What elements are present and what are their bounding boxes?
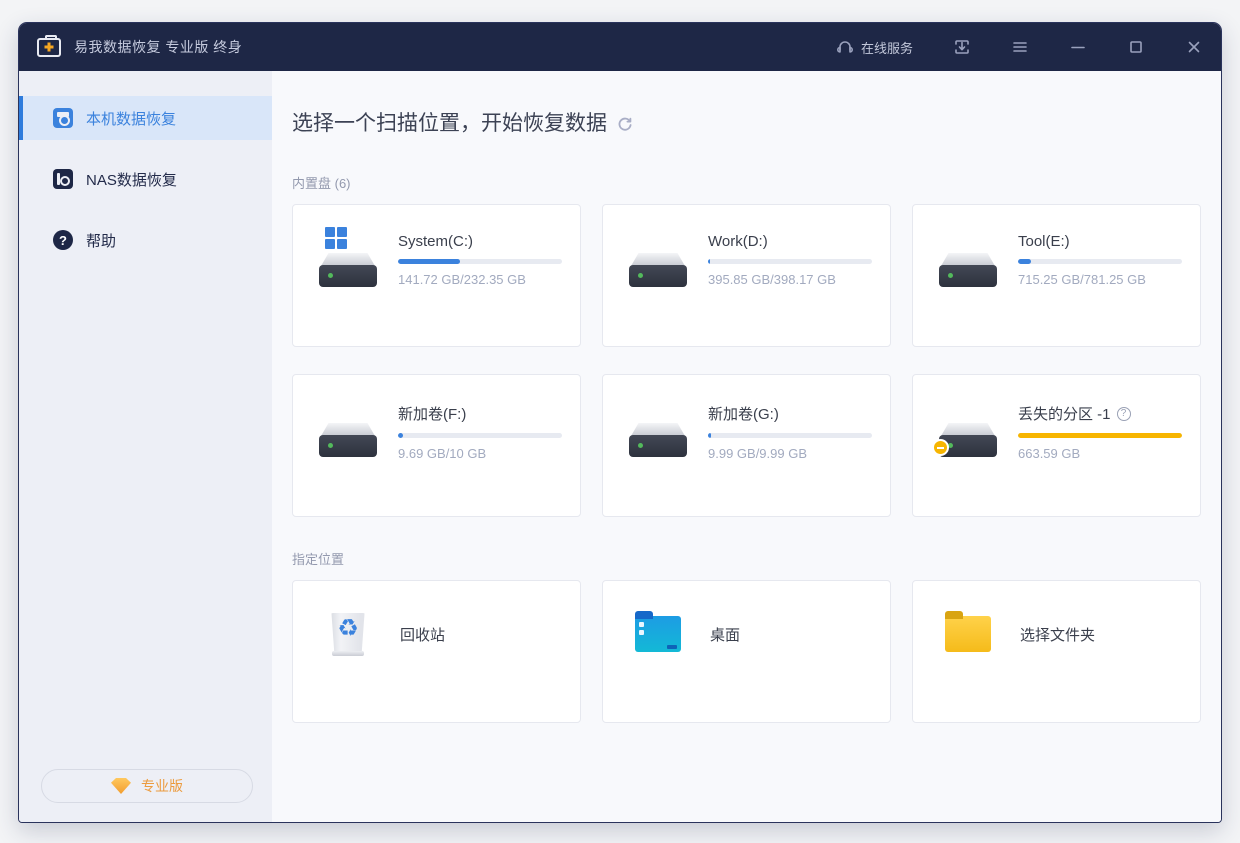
drive-card-work-d[interactable]: Work(D:) 395.85 GB/398.17 GB xyxy=(602,204,891,347)
usage-bar xyxy=(398,259,562,264)
usage-bar xyxy=(708,433,872,438)
lost-partition-badge-icon xyxy=(932,439,949,456)
refresh-icon[interactable] xyxy=(617,116,633,132)
app-window: 易我数据恢复 专业版 终身 在线服务 xyxy=(18,22,1222,823)
minimize-button[interactable] xyxy=(1069,38,1087,56)
windows-logo-icon xyxy=(325,227,347,249)
drive-card-tool-e[interactable]: Tool(E:) 715.25 GB/781.25 GB xyxy=(912,204,1201,347)
download-icon xyxy=(953,38,971,56)
drive-name: 新加卷(F:) xyxy=(398,403,564,424)
menu-button[interactable] xyxy=(1011,38,1029,56)
sidebar-item-help[interactable]: ? 帮助 xyxy=(19,218,272,262)
locations-label: 指定位置 xyxy=(292,549,1199,568)
sidebar-item-local-recovery[interactable]: 本机数据恢复 xyxy=(19,96,272,140)
online-service-button[interactable]: 在线服务 xyxy=(836,38,913,57)
sidebar: 本机数据恢复 NAS数据恢复 ? 帮助 专业版 xyxy=(19,71,272,822)
edition-button-label: 专业版 xyxy=(141,776,183,796)
internal-disks-grid: System(C:) 141.72 GB/232.35 GB Work(D:) … xyxy=(292,204,1199,517)
system-drive-icon xyxy=(319,247,377,289)
lost-partition-drive-icon xyxy=(939,417,997,459)
drive-capacity: 9.99 GB/9.99 GB xyxy=(708,446,874,461)
download-button[interactable] xyxy=(953,38,971,56)
drive-icon xyxy=(939,247,997,289)
online-service-label: 在线服务 xyxy=(861,38,913,57)
desktop-folder-icon xyxy=(633,609,683,659)
drive-capacity: 141.72 GB/232.35 GB xyxy=(398,272,564,287)
drive-card-f[interactable]: 新加卷(F:) 9.69 GB/10 GB xyxy=(292,374,581,517)
location-label: 桌面 xyxy=(710,624,740,645)
drive-name: System(C:) xyxy=(398,233,564,250)
drive-capacity: 663.59 GB xyxy=(1018,446,1184,461)
location-label: 选择文件夹 xyxy=(1020,624,1095,645)
sidebar-item-nas-recovery[interactable]: NAS数据恢复 xyxy=(19,157,272,201)
sidebar-item-label: NAS数据恢复 xyxy=(86,169,177,190)
location-card-recycle-bin[interactable]: ♻ 回收站 xyxy=(292,580,581,723)
drive-card-system-c[interactable]: System(C:) 141.72 GB/232.35 GB xyxy=(292,204,581,347)
usage-bar xyxy=(1018,259,1182,264)
drive-icon xyxy=(319,417,377,459)
location-label: 回收站 xyxy=(400,624,445,645)
location-card-desktop[interactable]: 桌面 xyxy=(602,580,891,723)
titlebar: 易我数据恢复 专业版 终身 在线服务 xyxy=(19,23,1221,71)
usage-bar xyxy=(1018,433,1182,438)
app-logo-icon xyxy=(37,38,61,57)
drive-name: Tool(E:) xyxy=(1018,233,1184,250)
drive-name: Work(D:) xyxy=(708,233,874,250)
recycle-bin-icon: ♻ xyxy=(323,609,373,659)
drive-name: 新加卷(G:) xyxy=(708,403,874,424)
sidebar-item-label: 本机数据恢复 xyxy=(86,108,176,129)
close-icon xyxy=(1185,38,1203,56)
usage-bar xyxy=(708,259,872,264)
drive-capacity: 715.25 GB/781.25 GB xyxy=(1018,272,1184,287)
internal-disks-label: 内置盘 (6) xyxy=(292,173,1199,192)
drive-icon xyxy=(629,417,687,459)
maximize-icon xyxy=(1127,38,1145,56)
maximize-button[interactable] xyxy=(1127,38,1145,56)
app-title: 易我数据恢复 专业版 终身 xyxy=(74,37,242,57)
partition-help-icon[interactable]: ? xyxy=(1117,407,1131,421)
close-button[interactable] xyxy=(1185,38,1203,56)
drive-name: 丢失的分区 -1 xyxy=(1018,403,1111,424)
local-disk-recovery-icon xyxy=(53,108,73,128)
main-content: 选择一个扫描位置，开始恢复数据 内置盘 (6) System(C:) xyxy=(272,71,1221,822)
help-question-icon: ? xyxy=(53,230,73,250)
page-title: 选择一个扫描位置，开始恢复数据 xyxy=(292,107,607,137)
drive-card-g[interactable]: 新加卷(G:) 9.99 GB/9.99 GB xyxy=(602,374,891,517)
nas-recovery-icon xyxy=(53,169,73,189)
locations-grid: ♻ 回收站 桌面 选择文件夹 xyxy=(292,580,1199,723)
sidebar-item-label: 帮助 xyxy=(86,230,116,251)
headset-icon xyxy=(836,38,854,56)
location-card-select-folder[interactable]: 选择文件夹 xyxy=(912,580,1201,723)
usage-bar xyxy=(398,433,562,438)
hamburger-menu-icon xyxy=(1011,38,1029,56)
gem-icon xyxy=(111,778,131,794)
minimize-icon xyxy=(1069,38,1087,56)
drive-capacity: 9.69 GB/10 GB xyxy=(398,446,564,461)
drive-icon xyxy=(629,247,687,289)
edition-button[interactable]: 专业版 xyxy=(41,769,253,803)
drive-card-lost-partition[interactable]: 丢失的分区 -1 ? 663.59 GB xyxy=(912,374,1201,517)
select-folder-icon xyxy=(943,609,993,659)
drive-capacity: 395.85 GB/398.17 GB xyxy=(708,272,874,287)
